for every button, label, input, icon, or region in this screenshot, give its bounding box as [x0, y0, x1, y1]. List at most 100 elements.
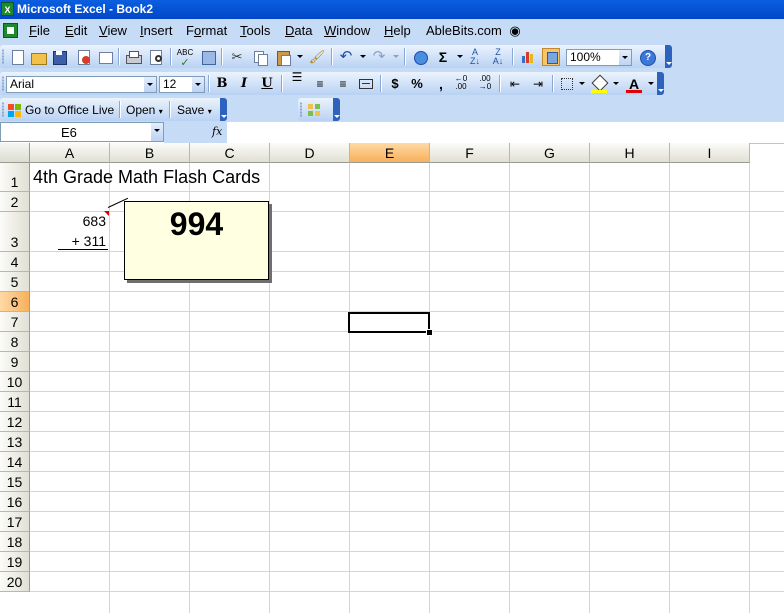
- borders-dropdown-arrow[interactable]: [579, 82, 585, 85]
- row-header-15[interactable]: 15: [0, 472, 30, 492]
- undo-icon[interactable]: ↶: [337, 48, 355, 66]
- row-header-7[interactable]: 7: [0, 312, 30, 332]
- office-live-icon[interactable]: [6, 101, 24, 119]
- bold-button[interactable]: B: [213, 75, 231, 93]
- column-header-i[interactable]: I: [670, 143, 750, 163]
- comma-button[interactable]: ,: [432, 75, 450, 93]
- row-header-2[interactable]: 2: [0, 192, 30, 212]
- align-center-icon[interactable]: ≡: [311, 75, 329, 93]
- workbook-control-icon[interactable]: [3, 23, 18, 38]
- italic-button[interactable]: I: [235, 75, 253, 93]
- worksheet-grid[interactable]: ABCDEFGHI 1 2 3 4 5 6 7 8 9 10 11 12 13 14 15 16 17 18 19 2…: [0, 143, 784, 613]
- menu-edit[interactable]: Edit: [65, 23, 87, 38]
- column-header-f[interactable]: F: [430, 143, 510, 163]
- permission-icon[interactable]: [74, 48, 92, 66]
- font-name-dropdown-button[interactable]: [144, 77, 156, 92]
- hyperlink-icon[interactable]: [411, 48, 429, 66]
- column-header-b[interactable]: B: [110, 143, 190, 163]
- row-header-13[interactable]: 13: [0, 432, 30, 452]
- fill-color-icon[interactable]: [590, 74, 609, 93]
- toolbar-options-button[interactable]: [220, 98, 227, 121]
- zoom-dropdown-button[interactable]: [619, 50, 631, 65]
- zoom-combo[interactable]: 100%: [566, 49, 632, 66]
- toolbar-options-button[interactable]: [665, 45, 672, 68]
- menu-format[interactable]: Format: [186, 23, 227, 38]
- help-icon[interactable]: ?: [638, 48, 656, 66]
- row-header-14[interactable]: 14: [0, 452, 30, 472]
- undo-dropdown-arrow[interactable]: [360, 55, 366, 58]
- align-right-icon[interactable]: ≡: [334, 75, 352, 93]
- spelling-icon[interactable]: ABC ✓: [176, 48, 194, 69]
- go-to-office-live-button[interactable]: Go to Office Live: [25, 101, 114, 119]
- row-header-18[interactable]: 18: [0, 532, 30, 552]
- font-size-combo[interactable]: 12: [159, 76, 205, 93]
- row-header-17[interactable]: 17: [0, 512, 30, 532]
- toolbar-grip[interactable]: [2, 76, 4, 91]
- merge-center-icon[interactable]: [357, 75, 375, 93]
- cell-a1[interactable]: 4th Grade Math Flash Cards: [33, 167, 260, 188]
- cell-a3-bottom-value[interactable]: + 311: [30, 233, 106, 249]
- font-color-dropdown-arrow[interactable]: [648, 82, 654, 85]
- row-header-5[interactable]: 5: [0, 272, 30, 292]
- name-box[interactable]: E6: [0, 122, 164, 142]
- copy-icon[interactable]: [251, 48, 269, 66]
- toolbar-grip[interactable]: [300, 102, 302, 117]
- open-icon[interactable]: [29, 48, 47, 66]
- row-header-11[interactable]: 11: [0, 392, 30, 412]
- row-header-19[interactable]: 19: [0, 552, 30, 572]
- sort-descending-icon[interactable]: Z A↓: [489, 48, 507, 66]
- active-cell-e6[interactable]: [348, 312, 430, 333]
- print-icon[interactable]: [124, 48, 142, 66]
- column-header-c[interactable]: C: [190, 143, 270, 163]
- redo-dropdown-arrow[interactable]: [393, 55, 399, 58]
- paste-dropdown-arrow[interactable]: [297, 55, 303, 58]
- menu-insert[interactable]: Insert: [140, 23, 173, 38]
- borders-icon[interactable]: [558, 75, 576, 93]
- row-header-1[interactable]: 1: [0, 163, 30, 192]
- email-icon[interactable]: [96, 48, 114, 66]
- underline-button[interactable]: U: [258, 75, 276, 93]
- increase-indent-icon[interactable]: ⇥: [529, 75, 547, 93]
- chart-wizard-icon[interactable]: [519, 48, 537, 66]
- menu-tools[interactable]: Tools: [240, 23, 270, 38]
- paste-icon[interactable]: [274, 48, 292, 66]
- decrease-decimal-icon[interactable]: .00 →0: [476, 75, 494, 93]
- sort-ascending-icon[interactable]: A Z↓: [466, 48, 484, 66]
- fill-color-dropdown-arrow[interactable]: [613, 82, 619, 85]
- column-header-d[interactable]: D: [270, 143, 350, 163]
- select-all-corner[interactable]: [0, 143, 30, 163]
- excel-app-icon[interactable]: X: [1, 2, 14, 16]
- row-header-20[interactable]: 20: [0, 572, 30, 592]
- row-header-4[interactable]: 4: [0, 252, 30, 272]
- toolbar-grip[interactable]: [2, 102, 4, 117]
- menu-ablebits[interactable]: AbleBits.com: [426, 23, 502, 38]
- save-menu-button[interactable]: Save ▾: [177, 101, 212, 119]
- row-header-6[interactable]: 6: [0, 292, 30, 312]
- toolbar-grip[interactable]: [2, 49, 4, 64]
- menu-data[interactable]: Data: [285, 23, 312, 38]
- font-size-dropdown-button[interactable]: [192, 77, 204, 92]
- menu-view[interactable]: View: [99, 23, 127, 38]
- autosum-icon[interactable]: Σ: [434, 48, 452, 66]
- open-menu-button[interactable]: Open ▾: [126, 101, 163, 119]
- currency-button[interactable]: $: [386, 75, 404, 93]
- column-header-g[interactable]: G: [510, 143, 590, 163]
- new-icon[interactable]: [8, 48, 26, 66]
- column-header-h[interactable]: H: [590, 143, 670, 163]
- menu-help[interactable]: Help: [384, 23, 411, 38]
- column-header-a[interactable]: A: [30, 143, 110, 163]
- research-icon[interactable]: [199, 48, 217, 66]
- row-header-3[interactable]: 3: [0, 212, 30, 252]
- row-header-10[interactable]: 10: [0, 372, 30, 392]
- menu-file[interactable]: File: [29, 23, 50, 38]
- camera-icon[interactable]: ◉: [506, 22, 524, 40]
- menu-window[interactable]: Window: [324, 23, 370, 38]
- format-painter-icon[interactable]: 🖌: [308, 48, 326, 66]
- drawing-icon[interactable]: [542, 48, 560, 66]
- ablebits-tool-icon[interactable]: [306, 101, 324, 119]
- decrease-indent-icon[interactable]: ⇤: [506, 75, 524, 93]
- increase-decimal-icon[interactable]: ←0.00: [452, 75, 470, 93]
- toolbar-options-button[interactable]: [657, 72, 664, 95]
- print-preview-icon[interactable]: [147, 48, 165, 66]
- percent-button[interactable]: %: [408, 75, 426, 93]
